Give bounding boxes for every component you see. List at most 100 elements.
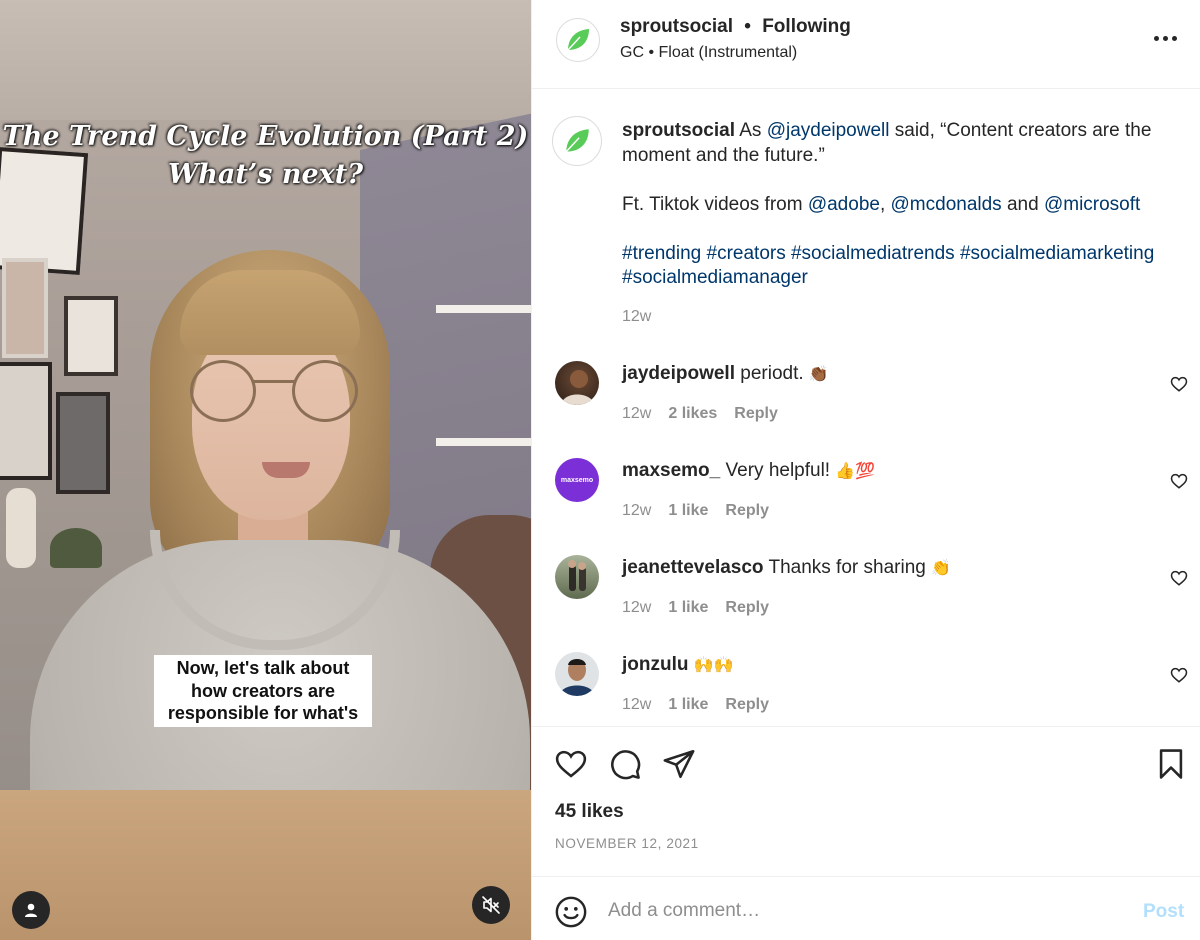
post-button[interactable]: Post [1143,901,1184,923]
comment-emoji: 👏 [931,558,952,577]
comment-time[interactable]: 12w [622,696,651,714]
heart-icon[interactable] [1170,375,1188,393]
muted-speaker-icon [482,896,500,914]
caption-text: and [1006,193,1039,215]
avatar-label: maxsemo [560,476,594,484]
avatar-photo [559,659,595,696]
comment-body: Thanks for sharing [768,557,926,578]
plant [50,528,102,568]
avatar[interactable] [555,361,599,405]
audio-artist[interactable]: GC [620,44,644,61]
mention-link[interactable]: @microsoft [1044,194,1140,215]
user-icon [25,903,37,917]
mention-link[interactable]: @mcdonalds [891,194,1002,215]
video-title-line: The Trend Cycle Evolution (Part 2) [2,121,529,152]
caption-username[interactable]: sproutsocial [622,120,735,141]
wall-shelf [436,438,531,446]
more-options-icon[interactable] [1154,28,1184,48]
tagged-users-button[interactable] [12,891,50,929]
header-username[interactable]: sproutsocial [620,16,733,37]
comment-username[interactable]: jonzulu [622,654,688,675]
more-dot [1163,35,1168,41]
post-header: sproutsocial • Following GC • Float (Ins… [532,0,1200,89]
more-dot [1172,35,1177,41]
comment-likes[interactable]: 1 like [668,696,708,714]
caption-text: Ft. Tiktok videos from [622,193,803,215]
comment-emoji: 👏🏾 [808,364,829,383]
post-caption: sproutsocial As @jaydeipowell said, “Con… [622,119,1187,291]
following-button[interactable]: Following [762,16,851,37]
comment-username[interactable]: jaydeipowell [622,363,735,384]
heart-icon[interactable] [1170,569,1188,587]
comment-likes[interactable]: 2 likes [668,405,717,423]
video-title-line: What’s next? [167,159,364,190]
avatar[interactable] [555,652,599,696]
mention-link[interactable]: @adobe [808,194,880,215]
glasses-lens [190,360,256,422]
share-icon[interactable] [662,747,696,781]
comment-username[interactable]: jeanettevelasco [622,557,764,578]
heart-icon[interactable] [1170,666,1188,684]
comment-meta: 12w 1 like Reply [622,696,769,714]
reply-button[interactable]: Reply [734,405,778,423]
wall-frame [2,258,48,358]
smiley-icon[interactable] [554,895,588,929]
avatar[interactable] [555,555,599,599]
caption-timestamp[interactable]: 12w [622,308,651,326]
header-user-line: sproutsocial • Following [620,16,851,38]
comment-item: jonzulu 🙌🙌 12w 1 like Reply [532,652,1200,726]
heart-icon[interactable] [1170,472,1188,490]
sprout-leaf-icon [567,29,589,51]
audio-track[interactable]: Float (Instrumental) [659,44,798,61]
desk [0,790,531,940]
comment-time[interactable]: 12w [622,599,651,617]
hashtag-links[interactable]: #trending #creators #socialmediatrends #… [622,243,1154,264]
avatar[interactable]: maxsemo [555,458,599,502]
video-title-overlay: The Trend Cycle Evolution (Part 2) What’… [0,118,531,194]
lamp [6,488,36,568]
comment-input[interactable] [608,893,1128,929]
comment-emoji: 👍💯 [835,461,876,480]
audio-separator: • [648,44,655,61]
hashtag-links[interactable]: #socialmediamanager [622,267,808,288]
comment-likes[interactable]: 1 like [668,502,708,520]
header-separator: • [744,16,751,37]
avatar[interactable] [556,18,600,62]
mute-button[interactable] [472,886,510,924]
comment-text: jeanettevelasco Thanks for sharing 👏 [622,557,951,579]
mention-link[interactable]: @jaydeipowell [767,120,890,141]
wall-frame [56,392,110,494]
video-player[interactable]: The Trend Cycle Evolution (Part 2) What’… [0,0,531,940]
room-ceiling [0,0,531,120]
caption-text: , [879,193,886,215]
video-caption-line: Now, let's talk about [176,658,350,678]
comment-body: Very helpful! [725,460,831,481]
video-caption-line: responsible for what's [167,703,359,723]
wall-frame [0,362,52,480]
comment-icon[interactable] [608,747,642,781]
avatar-photo [568,560,586,591]
comment-time[interactable]: 12w [622,405,651,423]
glasses-lens [292,360,358,422]
more-dot [1154,35,1159,41]
reply-button[interactable]: Reply [725,599,769,617]
comment-item: maxsemo maxsemo_ Very helpful! 👍💯 12w 1 … [532,458,1200,555]
comment-item: jeanettevelasco Thanks for sharing 👏 12w… [532,555,1200,652]
wall-frame [64,296,118,376]
comment-likes[interactable]: 1 like [668,599,708,617]
reply-button[interactable]: Reply [725,502,769,520]
avatar[interactable] [552,116,602,166]
comment-emoji: 🙌🙌 [693,655,734,674]
likes-count[interactable]: 45 likes [555,801,624,823]
comment-text: maxsemo_ Very helpful! 👍💯 [622,460,875,482]
comment-meta: 12w 2 likes Reply [622,405,778,423]
bookmark-icon[interactable] [1154,747,1188,781]
sprout-leaf-icon [565,129,589,153]
post-actions: 45 likes NOVEMBER 12, 2021 [532,726,1200,876]
add-comment-bar: Post [532,876,1200,940]
reply-button[interactable]: Reply [725,696,769,714]
post-date: NOVEMBER 12, 2021 [555,836,699,851]
comment-time[interactable]: 12w [622,502,651,520]
comment-username[interactable]: maxsemo_ [622,460,720,481]
heart-icon[interactable] [554,747,588,781]
